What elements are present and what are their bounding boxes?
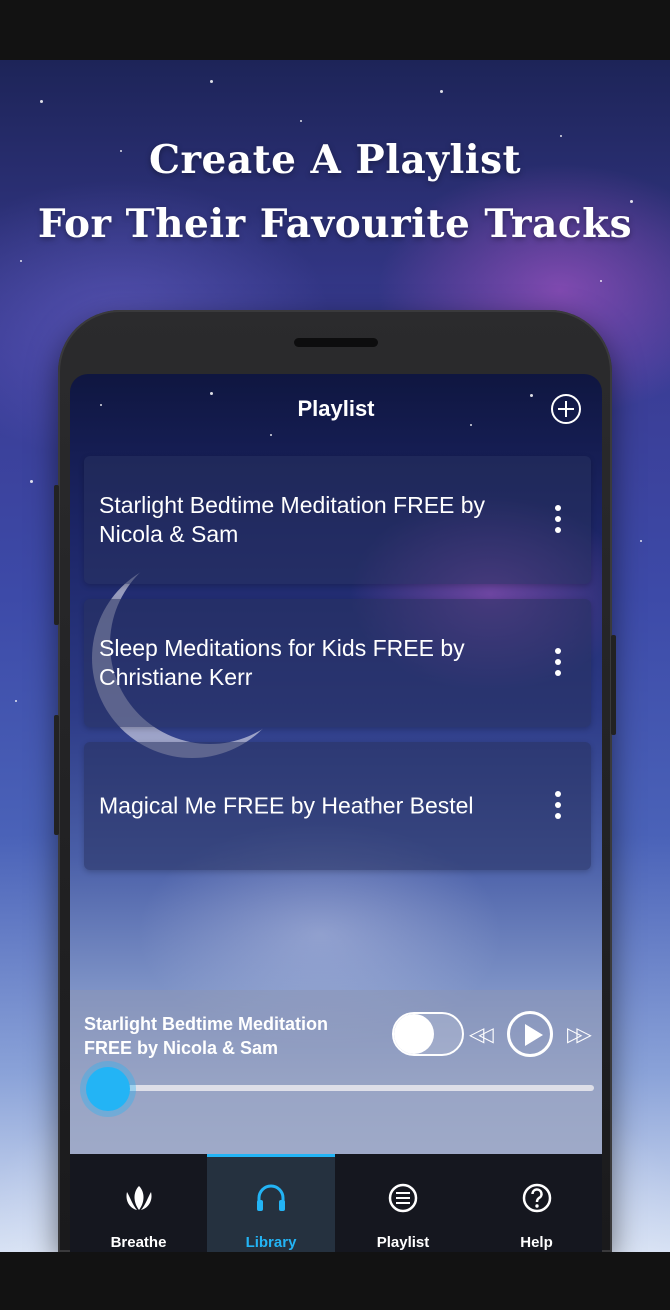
star [210, 392, 213, 395]
app-screen: Playlist Starlight Bedtime Meditation FR… [70, 374, 602, 1252]
star [20, 260, 22, 262]
headphones-icon [257, 1184, 285, 1211]
page-title: Playlist [297, 396, 375, 421]
star [640, 540, 642, 542]
star [30, 480, 33, 483]
tab-playlist[interactable]: Playlist [335, 1154, 471, 1252]
bottom-tab-bar: Breathe Library Playlist Help [70, 1154, 602, 1252]
track-title: Magical Me FREE by Heather Bestel [99, 792, 474, 819]
tab-label: Playlist [376, 1234, 430, 1251]
tab-library[interactable]: Library [207, 1154, 335, 1252]
phone-volume-button [54, 485, 59, 625]
mini-player: Starlight Bedtime Meditation FREE by Nic… [70, 990, 602, 1154]
more-options-icon[interactable] [553, 505, 563, 535]
star [440, 90, 443, 93]
playlist-track-3[interactable]: Magical Me FREE by Heather Bestel [84, 742, 591, 870]
promo-headline: Create A Playlist For Their Favourite Tr… [0, 128, 670, 256]
phone-power-button [611, 635, 616, 735]
tab-help[interactable]: Help [471, 1154, 602, 1252]
phone-side-button [54, 715, 59, 835]
track-title: Sleep Meditations for Kids FREE by Chris… [99, 635, 465, 690]
top-letterbox [0, 0, 670, 60]
more-options-icon[interactable] [553, 648, 563, 678]
question-icon [522, 1183, 551, 1213]
toggle-knob [394, 1014, 434, 1054]
headline-line-1: Create A Playlist [148, 137, 522, 183]
tab-label: Help [520, 1234, 553, 1251]
star [210, 80, 213, 83]
star [470, 424, 472, 426]
more-options-icon[interactable] [553, 791, 563, 821]
playlist-track-1[interactable]: Starlight Bedtime Meditation FREE by Nic… [84, 456, 591, 584]
playlist-track-2[interactable]: Sleep Meditations for Kids FREE by Chris… [84, 599, 591, 727]
play-button[interactable] [507, 1011, 553, 1057]
tab-label: Breathe [110, 1234, 167, 1251]
headline-line-2: For Their Favourite Tracks [37, 201, 633, 247]
bottom-letterbox [0, 1252, 670, 1310]
tab-breathe[interactable]: Breathe [70, 1154, 207, 1252]
seek-bar[interactable] [110, 1085, 594, 1091]
loop-toggle[interactable] [392, 1012, 464, 1056]
star [15, 700, 17, 702]
star [600, 280, 602, 282]
now-playing-title: Starlight Bedtime Meditation FREE by Nic… [84, 1014, 329, 1058]
rewind-icon[interactable]: ◁◁ [469, 1022, 494, 1047]
track-title: Starlight Bedtime Meditation FREE by Nic… [99, 492, 486, 547]
star [270, 434, 272, 436]
lotus-icon [125, 1186, 152, 1210]
list-icon [388, 1183, 418, 1213]
phone-speaker [294, 338, 378, 347]
star [40, 100, 43, 103]
add-playlist-button[interactable] [551, 394, 581, 424]
seek-thumb[interactable] [86, 1067, 130, 1111]
tab-label: Library [245, 1234, 297, 1251]
star [300, 120, 302, 122]
fast-forward-icon[interactable]: ▷▷ [567, 1022, 592, 1047]
play-icon [525, 1024, 543, 1046]
